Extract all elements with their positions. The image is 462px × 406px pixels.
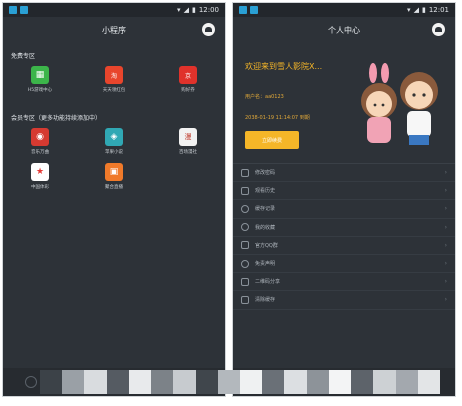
expiry-text: 2038-01-19 11:14:07 到期 — [245, 115, 310, 121]
menu-item[interactable]: 缓存记录 › — [233, 200, 455, 219]
phone-mini-programs: ▾ ◢ ▮ 12:00 小程序 免费专区 ▦ H5游戏中心 淘 天天领红包 京 … — [2, 2, 226, 397]
heart-icon — [241, 223, 249, 232]
menu-item[interactable]: 官方QQ群 › — [233, 237, 455, 255]
chevron-right-icon: › — [444, 169, 447, 177]
title-bar: 个人中心 — [233, 17, 455, 43]
menu-label: 清除缓存 — [255, 297, 276, 304]
app-tile[interactable]: 漫 百场漫社 — [151, 128, 225, 155]
menu-label: 缓存记录 — [255, 206, 276, 213]
profile-header: 欢迎来到雪人影院X... 用户名：aa0123 2038-01-19 11:14… — [233, 43, 455, 163]
app-tile[interactable]: ▦ H5游戏中心 — [3, 66, 77, 93]
welcome-text: 欢迎来到雪人影院X... — [245, 62, 323, 71]
menu-item[interactable]: 观看历史 › — [233, 182, 455, 201]
app-tile[interactable]: ★ 中国体彩 — [3, 163, 77, 190]
capsule-menu-icon[interactable] — [432, 23, 445, 36]
taobao-icon: 淘 — [105, 66, 123, 84]
app-tile[interactable]: 京 购好券 — [151, 66, 225, 93]
settings-menu: 修改密码 › 观看历史 › 缓存记录 › 我的收藏 › 官方QQ群 › 免责声明… — [233, 163, 455, 310]
history-icon — [241, 186, 249, 195]
username-text: 用户名：aa0123 — [245, 94, 284, 100]
signal-icon: ◢ — [413, 6, 419, 14]
battery-icon: ▮ — [421, 6, 426, 14]
screenshot-frame: ▾ ◢ ▮ 12:00 小程序 免费专区 ▦ H5游戏中心 淘 天天领红包 京 … — [0, 0, 462, 406]
star-icon: ★ — [31, 163, 49, 181]
menu-label: 我的收藏 — [255, 224, 276, 231]
app-label: 购好券 — [181, 88, 195, 93]
free-section-label: 免费专区 — [11, 53, 36, 60]
tv-icon: ▣ — [105, 163, 123, 181]
member-section-label: 会员专区（更多功能持续添加中） — [11, 115, 102, 122]
document-icon — [241, 241, 249, 250]
chevron-right-icon: › — [444, 278, 447, 286]
notification-icon — [239, 6, 247, 14]
status-time: 12:01 — [428, 6, 449, 14]
menu-label: 修改密码 — [255, 170, 276, 177]
menu-item[interactable]: 我的收藏 › — [233, 219, 455, 237]
menu-item[interactable]: 修改密码 › — [233, 164, 455, 183]
app-tile[interactable]: ◉ 音乐万曲 — [3, 128, 77, 155]
menu-label: 官方QQ群 — [255, 242, 278, 249]
app-label: 中国体彩 — [31, 185, 49, 190]
title-bar: 小程序 — [3, 17, 225, 43]
status-bar: ▾ ◢ ▮ 12:00 — [3, 3, 225, 17]
app-label: 百场漫社 — [179, 150, 197, 155]
gamepad-icon: ▦ — [31, 66, 49, 84]
app-label: 音乐万曲 — [31, 150, 49, 155]
menu-label: 免责声明 — [255, 261, 276, 268]
lock-icon — [241, 168, 249, 177]
phone-personal-center: ▾ ◢ ▮ 12:01 个人中心 欢迎来到雪人影院X... 用户名：aa0123… — [232, 2, 456, 397]
chevron-right-icon: › — [444, 241, 447, 249]
glasses-icon: ◉ — [31, 128, 49, 146]
wifi-icon: ▾ — [177, 6, 181, 14]
renew-button[interactable]: 立即续费 — [245, 131, 299, 149]
manga-icon: 漫 — [179, 128, 197, 146]
jd-icon: 京 — [179, 66, 197, 84]
chevron-right-icon: › — [444, 260, 447, 268]
clock-icon — [241, 204, 249, 213]
app-tile[interactable]: ◈ 苹果小说 — [77, 128, 151, 155]
app-tile[interactable]: ▣ 聚合直播 — [77, 163, 151, 190]
capsule-menu-icon[interactable] — [202, 23, 215, 36]
app-tile[interactable]: 淘 天天领红包 — [77, 66, 151, 93]
trash-icon — [241, 295, 249, 304]
wifi-icon: ▾ — [407, 6, 411, 14]
app-label: 苹果小说 — [105, 150, 123, 155]
status-time: 12:00 — [198, 6, 219, 14]
page-title: 个人中心 — [328, 25, 360, 35]
shield-icon — [241, 259, 249, 268]
page-title: 小程序 — [102, 25, 126, 35]
menu-item[interactable]: 二维码分享 › — [233, 273, 455, 292]
app-label: 天天领红包 — [102, 88, 126, 93]
cartoon-couple-illustration — [361, 63, 438, 145]
menu-item[interactable]: 免责声明 › — [233, 255, 455, 274]
pixelation-overlay — [40, 370, 440, 394]
menu-label: 二维码分享 — [255, 279, 281, 286]
menu-item[interactable]: 清除缓存 › — [233, 291, 455, 310]
app-label: 聚合直播 — [105, 185, 123, 190]
app-label: H5游戏中心 — [27, 88, 53, 93]
nav-home-icon[interactable] — [24, 376, 37, 388]
menu-label: 观看历史 — [255, 188, 276, 195]
game-controller-icon: ◈ — [105, 128, 123, 146]
member-apps-grid: ◉ 音乐万曲 ◈ 苹果小说 漫 百场漫社 ★ 中国体彩 ▣ 聚合直播 — [3, 122, 225, 198]
notification-icon — [250, 6, 258, 14]
signal-icon: ◢ — [183, 6, 189, 14]
chevron-right-icon: › — [444, 187, 447, 195]
qr-icon — [241, 277, 249, 286]
chevron-right-icon: › — [444, 296, 447, 304]
free-apps-grid: ▦ H5游戏中心 淘 天天领红包 京 购好券 — [3, 60, 225, 101]
battery-icon: ▮ — [191, 6, 196, 14]
status-bar: ▾ ◢ ▮ 12:01 — [233, 3, 455, 17]
notification-icon — [20, 6, 28, 14]
chevron-right-icon: › — [444, 223, 447, 231]
notification-icon — [9, 6, 17, 14]
chevron-right-icon: › — [444, 205, 447, 213]
